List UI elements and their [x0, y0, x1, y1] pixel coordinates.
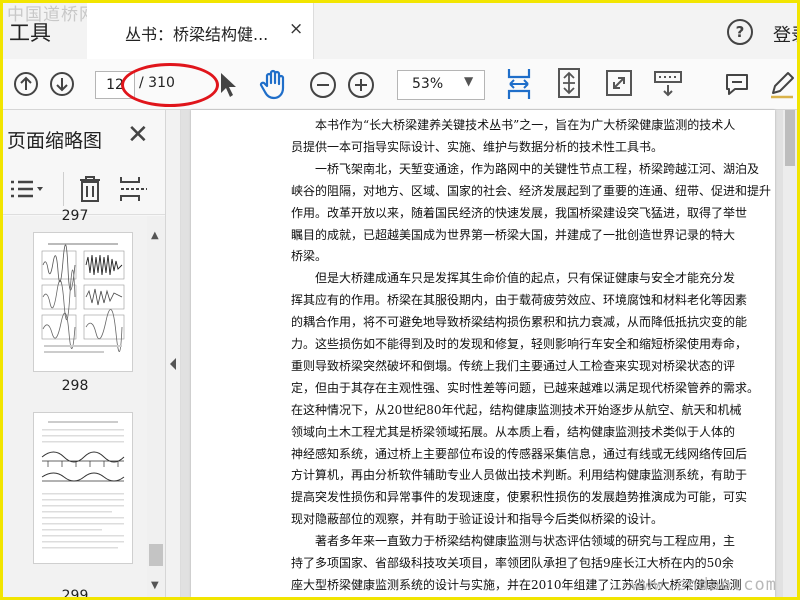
hand-tool-icon[interactable] [259, 68, 289, 104]
thumbnail-page[interactable] [33, 412, 133, 564]
next-page-icon[interactable] [49, 71, 75, 101]
tab-document-title: 丛书：桥梁结构健... [125, 25, 269, 44]
tab-document[interactable]: 丛书：桥梁结构健... × [87, 3, 314, 59]
zoom-select[interactable]: 53% ▼ [397, 70, 485, 100]
fit-width-icon[interactable] [505, 67, 533, 105]
document-text-line: 瞩目的成就，已超越美国成为世界第一桥梁大国，并建成了一批创造世界记录的特大 [291, 227, 736, 242]
tab-close-icon[interactable]: × [289, 19, 303, 39]
document-text-line: 本书作为“长大桥梁建养关键技术丛书”之一，旨在为广大桥梁健康监测的技术人 [315, 118, 736, 132]
chevron-down-icon: ▼ [464, 74, 474, 88]
document-text-line: 著者多年来一直致力于桥梁结构健康监测与状态评估领域的研究与工程应用，主 [315, 534, 736, 549]
zoom-value: 53% [412, 76, 444, 92]
document-text-line: 现对隐蔽部位的观察，并有助于验证设计和指导今后类似桥梁的设计。 [291, 512, 664, 527]
previous-page-icon[interactable] [13, 71, 39, 101]
document-text-line: 重则导致桥梁突然破坏和倒塌。传统上我们主要通过人工检查来实现对桥梁状态的评 [291, 358, 736, 373]
pen-icon[interactable] [767, 69, 797, 103]
thumbnail-page[interactable] [33, 232, 133, 372]
thumbnail-label: 297 [61, 208, 89, 224]
document-text-line: 的耦合作用，将不可避免地导致桥梁结构损伤累积和抗力衰减，从而降低抵抗灾变的能 [291, 315, 748, 330]
scroll-up-icon[interactable]: ▲ [151, 230, 159, 241]
toolbar: 12 / 310 53% ▼ [3, 59, 797, 110]
thumbnail-scrollbar[interactable]: ▲ ▼ [147, 216, 165, 597]
document-scroll-thumb[interactable] [785, 110, 795, 166]
collapse-panel-icon[interactable] [168, 356, 178, 375]
fit-page-icon[interactable] [556, 67, 582, 103]
document-text-line: 持了多项国家、省部级科技攻关项目，率领团队承担了包括9座长江大桥在内的50余 [291, 556, 734, 570]
document-text-line: 提高突发性损伤和异常事件的发现速度，使累积性损伤的发展趋势推演成为可能，可实 [291, 490, 748, 505]
thumbnail-list[interactable]: 297 298 299 [3, 208, 147, 600]
document-text-line: 定，但由于其存在主观性强、实时性差等问题，已越来越难以满足现代桥梁管养的需求。 [291, 380, 760, 395]
document-text-line: 力。这些损伤如不能得到及时的发现和修复，轻则影响行车安全和缩短桥梁使用寿命， [291, 337, 748, 351]
document-page: 本书作为“长大桥梁建养关键技术丛书”之一，旨在为广大桥梁健康监测的技术人员提供一… [191, 110, 775, 597]
document-text-line: 但是大桥建成通车只是发挥其生命价值的起点，只有保证健康与安全才能充分发 [315, 271, 736, 286]
thumbnail-label: 298 [61, 378, 89, 394]
watermark-top: 中国道桥网 [7, 5, 97, 25]
login-link[interactable]: 登录 [773, 21, 797, 47]
panel-tools-divider [63, 172, 64, 206]
document-text-line: 一桥飞架南北，天堑变通途，作为路网中的关键性节点工程，桥梁跨越江河、湖泊及 [315, 161, 760, 176]
panel-title: 页面缩略图 [7, 130, 103, 152]
document-text-line: 神经感知系统，通过桥上主要部位布设的传感器采集信息，通过有线或无线网络传回后 [291, 446, 748, 461]
document-text-line: 桥梁。 [291, 249, 328, 264]
document-text-line: 峡谷的阻隔，对地方、区域、国家的社会、经济发展起到了重要的连通、纽带、促进和提升 [291, 183, 772, 198]
document-scrollbar[interactable] [783, 110, 797, 597]
comment-icon[interactable] [723, 70, 751, 102]
scroll-thumb[interactable] [149, 544, 163, 566]
app-window: 工具 中国道桥网 丛书：桥梁结构健... × ? 登录 12 / 310 [0, 0, 800, 600]
help-icon[interactable]: ? [727, 19, 753, 45]
document-text-line: 作用。改革开放以来，随着国民经济的快速发展，我国桥梁建设突飞猛进，取得了举世 [291, 205, 748, 220]
select-cursor-icon[interactable] [217, 71, 239, 103]
document-view[interactable]: 本书作为“长大桥梁建养关键技术丛书”之一，旨在为广大桥梁健康监测的技术人员提供一… [181, 110, 797, 597]
insert-page-icon[interactable] [119, 174, 149, 208]
document-text-line: 领域向土木工程尤其是桥梁领域拓展。从本质上看，结构健康监测技术类似于人体的 [291, 424, 736, 439]
thumbnail-panel: 页面缩略图 ✕ 297 298 299 ▲ ▼ [3, 110, 166, 597]
panel-splitter[interactable] [166, 110, 181, 597]
document-text-line: 方计算机，再由分析软件辅助专业人员做出技术判断。利用结构健康监测系统，有助于 [291, 468, 748, 483]
tab-bar: 工具 中国道桥网 丛书：桥梁结构健... × ? 登录 [3, 3, 797, 59]
read-mode-icon[interactable] [653, 69, 683, 103]
zoom-in-icon[interactable] [347, 71, 375, 103]
annotation-oval [121, 63, 219, 107]
document-text-line: 挥其应有的作用。桥梁在其服役期内，由于载荷疲劳效应、环境腐蚀和材料老化等因素 [291, 293, 748, 308]
close-icon[interactable]: ✕ [127, 120, 149, 150]
zoom-out-icon[interactable] [309, 71, 337, 103]
full-screen-icon[interactable] [605, 69, 633, 101]
thumbnail-label: 299 [61, 588, 89, 600]
document-text-line: 员提供一本可指导实际设计、实施、维护与数据分析的技术性工具书。 [291, 139, 664, 154]
watermark-bottom: www.cndao.com [630, 575, 777, 595]
document-text-line: 在这种情况下，从20世纪80年代起，结构健康监测技术开始逐步从航空、航天和机械 [291, 402, 742, 417]
scroll-down-icon[interactable]: ▼ [151, 580, 159, 591]
trash-icon[interactable] [77, 174, 103, 208]
thumbnail-options-icon[interactable] [9, 176, 45, 206]
